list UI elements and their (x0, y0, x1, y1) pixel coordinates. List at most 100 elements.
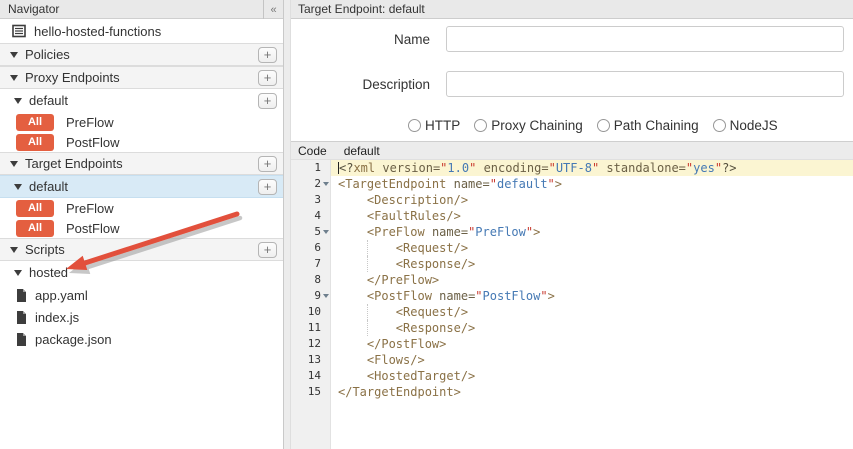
sidebar-item-proxy-endpoint-default[interactable]: default + (0, 89, 283, 112)
code-line[interactable]: 3 <Description/> (291, 192, 853, 208)
file-icon (16, 333, 27, 346)
code-line[interactable]: 15</TargetEndpoint> (291, 384, 853, 400)
sidebar-item-target-postflow[interactable]: All PostFlow (0, 218, 283, 238)
code-line[interactable]: 1<?xml version="1.0" encoding="UTF-8" st… (291, 160, 853, 176)
radio-label: NodeJS (730, 118, 778, 133)
fold-arrow-icon[interactable] (323, 230, 329, 234)
code-line-text[interactable]: </PostFlow> (331, 336, 853, 352)
panel-title: Target Endpoint: default (298, 2, 425, 16)
code-line-text[interactable]: <?xml version="1.0" encoding="UTF-8" sta… (331, 160, 853, 176)
all-badge: All (16, 200, 54, 217)
code-line[interactable]: 13 <Flows/> (291, 352, 853, 368)
code-line[interactable]: 10 <Request/> (291, 304, 853, 320)
code-line-text[interactable]: <Response/> (331, 256, 853, 272)
panel-title-bar: Target Endpoint: default (291, 0, 853, 19)
code-line[interactable]: 12 </PostFlow> (291, 336, 853, 352)
sidebar-section-target-endpoints[interactable]: Target Endpoints + (0, 152, 283, 175)
code-line-text[interactable]: <TargetEndpoint name="default"> (331, 176, 853, 192)
add-target-endpoint-button[interactable]: + (258, 156, 277, 172)
code-line-text[interactable]: <Flows/> (331, 352, 853, 368)
code-line[interactable]: 11 <Response/> (291, 320, 853, 336)
sidebar-item-proxy-root[interactable]: hello-hosted-functions (0, 19, 283, 43)
node-label: hosted (29, 265, 68, 280)
code-line[interactable]: 2<TargetEndpoint name="default"> (291, 176, 853, 192)
name-label: Name (291, 32, 430, 47)
radio-http[interactable]: HTTP (408, 118, 460, 133)
sidebar-section-scripts[interactable]: Scripts + (0, 238, 283, 261)
navigator-header: Navigator « (0, 0, 283, 19)
triangle-expand-icon (14, 184, 22, 190)
code-line[interactable]: 14 <HostedTarget/> (291, 368, 853, 384)
line-number: 9 (291, 288, 331, 304)
code-line[interactable]: 8 </PreFlow> (291, 272, 853, 288)
code-file-label: default (327, 144, 380, 158)
radio-circle-icon (474, 119, 487, 132)
code-line-text[interactable]: <HostedTarget/> (331, 368, 853, 384)
sidebar-section-policies[interactable]: Policies + (0, 43, 283, 66)
code-line-text[interactable]: </PreFlow> (331, 272, 853, 288)
sidebar-item-proxy-preflow[interactable]: All PreFlow (0, 112, 283, 132)
fold-arrow-icon[interactable] (323, 182, 329, 186)
sidebar-section-proxy-endpoints[interactable]: Proxy Endpoints + (0, 66, 283, 89)
code-editor-header: Code default (291, 141, 853, 160)
xml-code-editor[interactable]: 1<?xml version="1.0" encoding="UTF-8" st… (291, 160, 853, 449)
sidebar-item-file-app-yaml[interactable]: app.yaml (0, 284, 283, 306)
flow-label: PreFlow (66, 115, 114, 130)
name-input[interactable] (446, 26, 844, 52)
code-line[interactable]: 4 <FaultRules/> (291, 208, 853, 224)
code-line-text[interactable]: <Request/> (331, 304, 853, 320)
sidebar-item-hosted-folder[interactable]: hosted (0, 261, 283, 284)
add-proxy-endpoint-button[interactable]: + (258, 70, 277, 86)
add-flow-button[interactable]: + (258, 93, 277, 109)
code-line-text[interactable]: </TargetEndpoint> (331, 384, 853, 400)
navigator-scrollbar[interactable] (283, 0, 291, 449)
file-label: package.json (35, 332, 112, 347)
file-icon (16, 311, 27, 324)
triangle-expand-icon (10, 52, 18, 58)
code-line-text[interactable]: <FaultRules/> (331, 208, 853, 224)
description-input[interactable] (446, 71, 844, 97)
sidebar-item-proxy-postflow[interactable]: All PostFlow (0, 132, 283, 152)
code-line-text[interactable]: <Description/> (331, 192, 853, 208)
code-line[interactable]: 6 <Request/> (291, 240, 853, 256)
sidebar-item-file-index-js[interactable]: index.js (0, 306, 283, 328)
list-document-icon (12, 24, 26, 38)
node-label: default (29, 93, 68, 108)
triangle-expand-icon (10, 247, 18, 253)
line-number: 5 (291, 224, 331, 240)
code-line-text[interactable]: <Response/> (331, 320, 853, 336)
chevron-double-left-icon: « (270, 4, 276, 16)
target-type-radio-group: HTTP Proxy Chaining Path Chaining NodeJS (408, 118, 778, 133)
add-script-button[interactable]: + (258, 242, 277, 258)
code-line-text[interactable]: <PostFlow name="PostFlow"> (331, 288, 853, 304)
proxy-name-label: hello-hosted-functions (34, 24, 161, 39)
radio-label: Proxy Chaining (491, 118, 583, 133)
code-line[interactable]: 5 <PreFlow name="PreFlow"> (291, 224, 853, 240)
flow-label: PostFlow (66, 221, 119, 236)
code-lines-container: 1<?xml version="1.0" encoding="UTF-8" st… (291, 160, 853, 400)
radio-circle-icon (408, 119, 421, 132)
radio-nodejs[interactable]: NodeJS (713, 118, 778, 133)
node-label: default (29, 179, 68, 194)
code-line-text[interactable]: <PreFlow name="PreFlow"> (331, 224, 853, 240)
code-line[interactable]: 9 <PostFlow name="PostFlow"> (291, 288, 853, 304)
add-policy-button[interactable]: + (258, 47, 277, 63)
add-flow-button[interactable]: + (258, 179, 277, 195)
radio-proxy-chaining[interactable]: Proxy Chaining (474, 118, 583, 133)
sidebar-item-target-preflow[interactable]: All PreFlow (0, 198, 283, 218)
section-label: Proxy Endpoints (25, 70, 120, 85)
description-label: Description (291, 77, 430, 92)
radio-label: Path Chaining (614, 118, 699, 133)
code-line[interactable]: 7 <Response/> (291, 256, 853, 272)
navigator-panel: Navigator « hello-hosted-functions Polic… (0, 0, 283, 449)
code-line-text[interactable]: <Request/> (331, 240, 853, 256)
triangle-expand-icon (14, 270, 22, 276)
fold-arrow-icon[interactable] (323, 294, 329, 298)
radio-path-chaining[interactable]: Path Chaining (597, 118, 699, 133)
sidebar-item-target-endpoint-default[interactable]: default + (0, 175, 283, 198)
radio-circle-icon (597, 119, 610, 132)
target-endpoint-form: Name Description HTTP Proxy Chaining Pat… (291, 19, 853, 141)
sidebar-item-file-package-json[interactable]: package.json (0, 328, 283, 350)
line-number: 11 (291, 320, 331, 336)
collapse-panel-button[interactable]: « (263, 0, 283, 19)
